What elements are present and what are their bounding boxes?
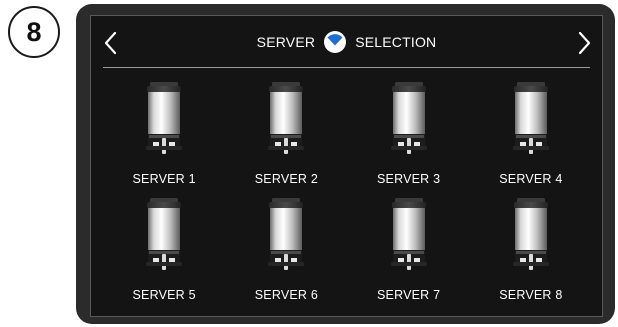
server-label: SERVER 7 [377, 288, 441, 302]
screen-header: SERVER SELECTION [91, 16, 602, 68]
chevron-right-icon [578, 31, 591, 55]
coffee-server-icon [268, 198, 305, 270]
server-label: SERVER 8 [499, 288, 563, 302]
server-label: SERVER 5 [132, 288, 196, 302]
title-left: SERVER [256, 34, 316, 50]
server-tile-8[interactable]: SERVER 8 [470, 194, 592, 310]
coffee-server-icon [390, 82, 427, 154]
coffee-server-icon [512, 198, 549, 270]
server-label: SERVER 1 [132, 172, 196, 186]
server-tile-2[interactable]: SERVER 2 [225, 78, 347, 194]
header-divider [103, 67, 590, 68]
server-tile-3[interactable]: SERVER 3 [348, 78, 470, 194]
screen-title: SERVER SELECTION [257, 30, 437, 54]
server-tile-6[interactable]: SERVER 6 [225, 194, 347, 310]
server-grid: SERVER 1 SERVER 2 SERVER 3 SERVER 4 SERV… [103, 78, 592, 310]
server-label: SERVER 3 [377, 172, 441, 186]
coffee-server-icon [146, 198, 183, 270]
server-label: SERVER 2 [254, 172, 318, 186]
coffee-server-icon [512, 82, 549, 154]
server-tile-5[interactable]: SERVER 5 [103, 194, 225, 310]
next-button[interactable] [574, 30, 594, 56]
server-tile-1[interactable]: SERVER 1 [103, 78, 225, 194]
server-label: SERVER 4 [499, 172, 563, 186]
brand-logo-icon [324, 31, 347, 53]
coffee-server-icon [146, 82, 183, 154]
device-bezel: SERVER SELECTION SERVER 1 SERVER 2 SERVE… [76, 4, 615, 324]
server-label: SERVER 6 [254, 288, 318, 302]
title-right: SELECTION [355, 34, 437, 50]
coffee-server-icon [268, 82, 305, 154]
server-tile-4[interactable]: SERVER 4 [470, 78, 592, 194]
coffee-server-icon [390, 198, 427, 270]
touch-screen: SERVER SELECTION SERVER 1 SERVER 2 SERVE… [90, 15, 603, 317]
step-number-badge: 8 [8, 6, 60, 58]
step-number: 8 [26, 16, 42, 47]
server-tile-7[interactable]: SERVER 7 [348, 194, 470, 310]
